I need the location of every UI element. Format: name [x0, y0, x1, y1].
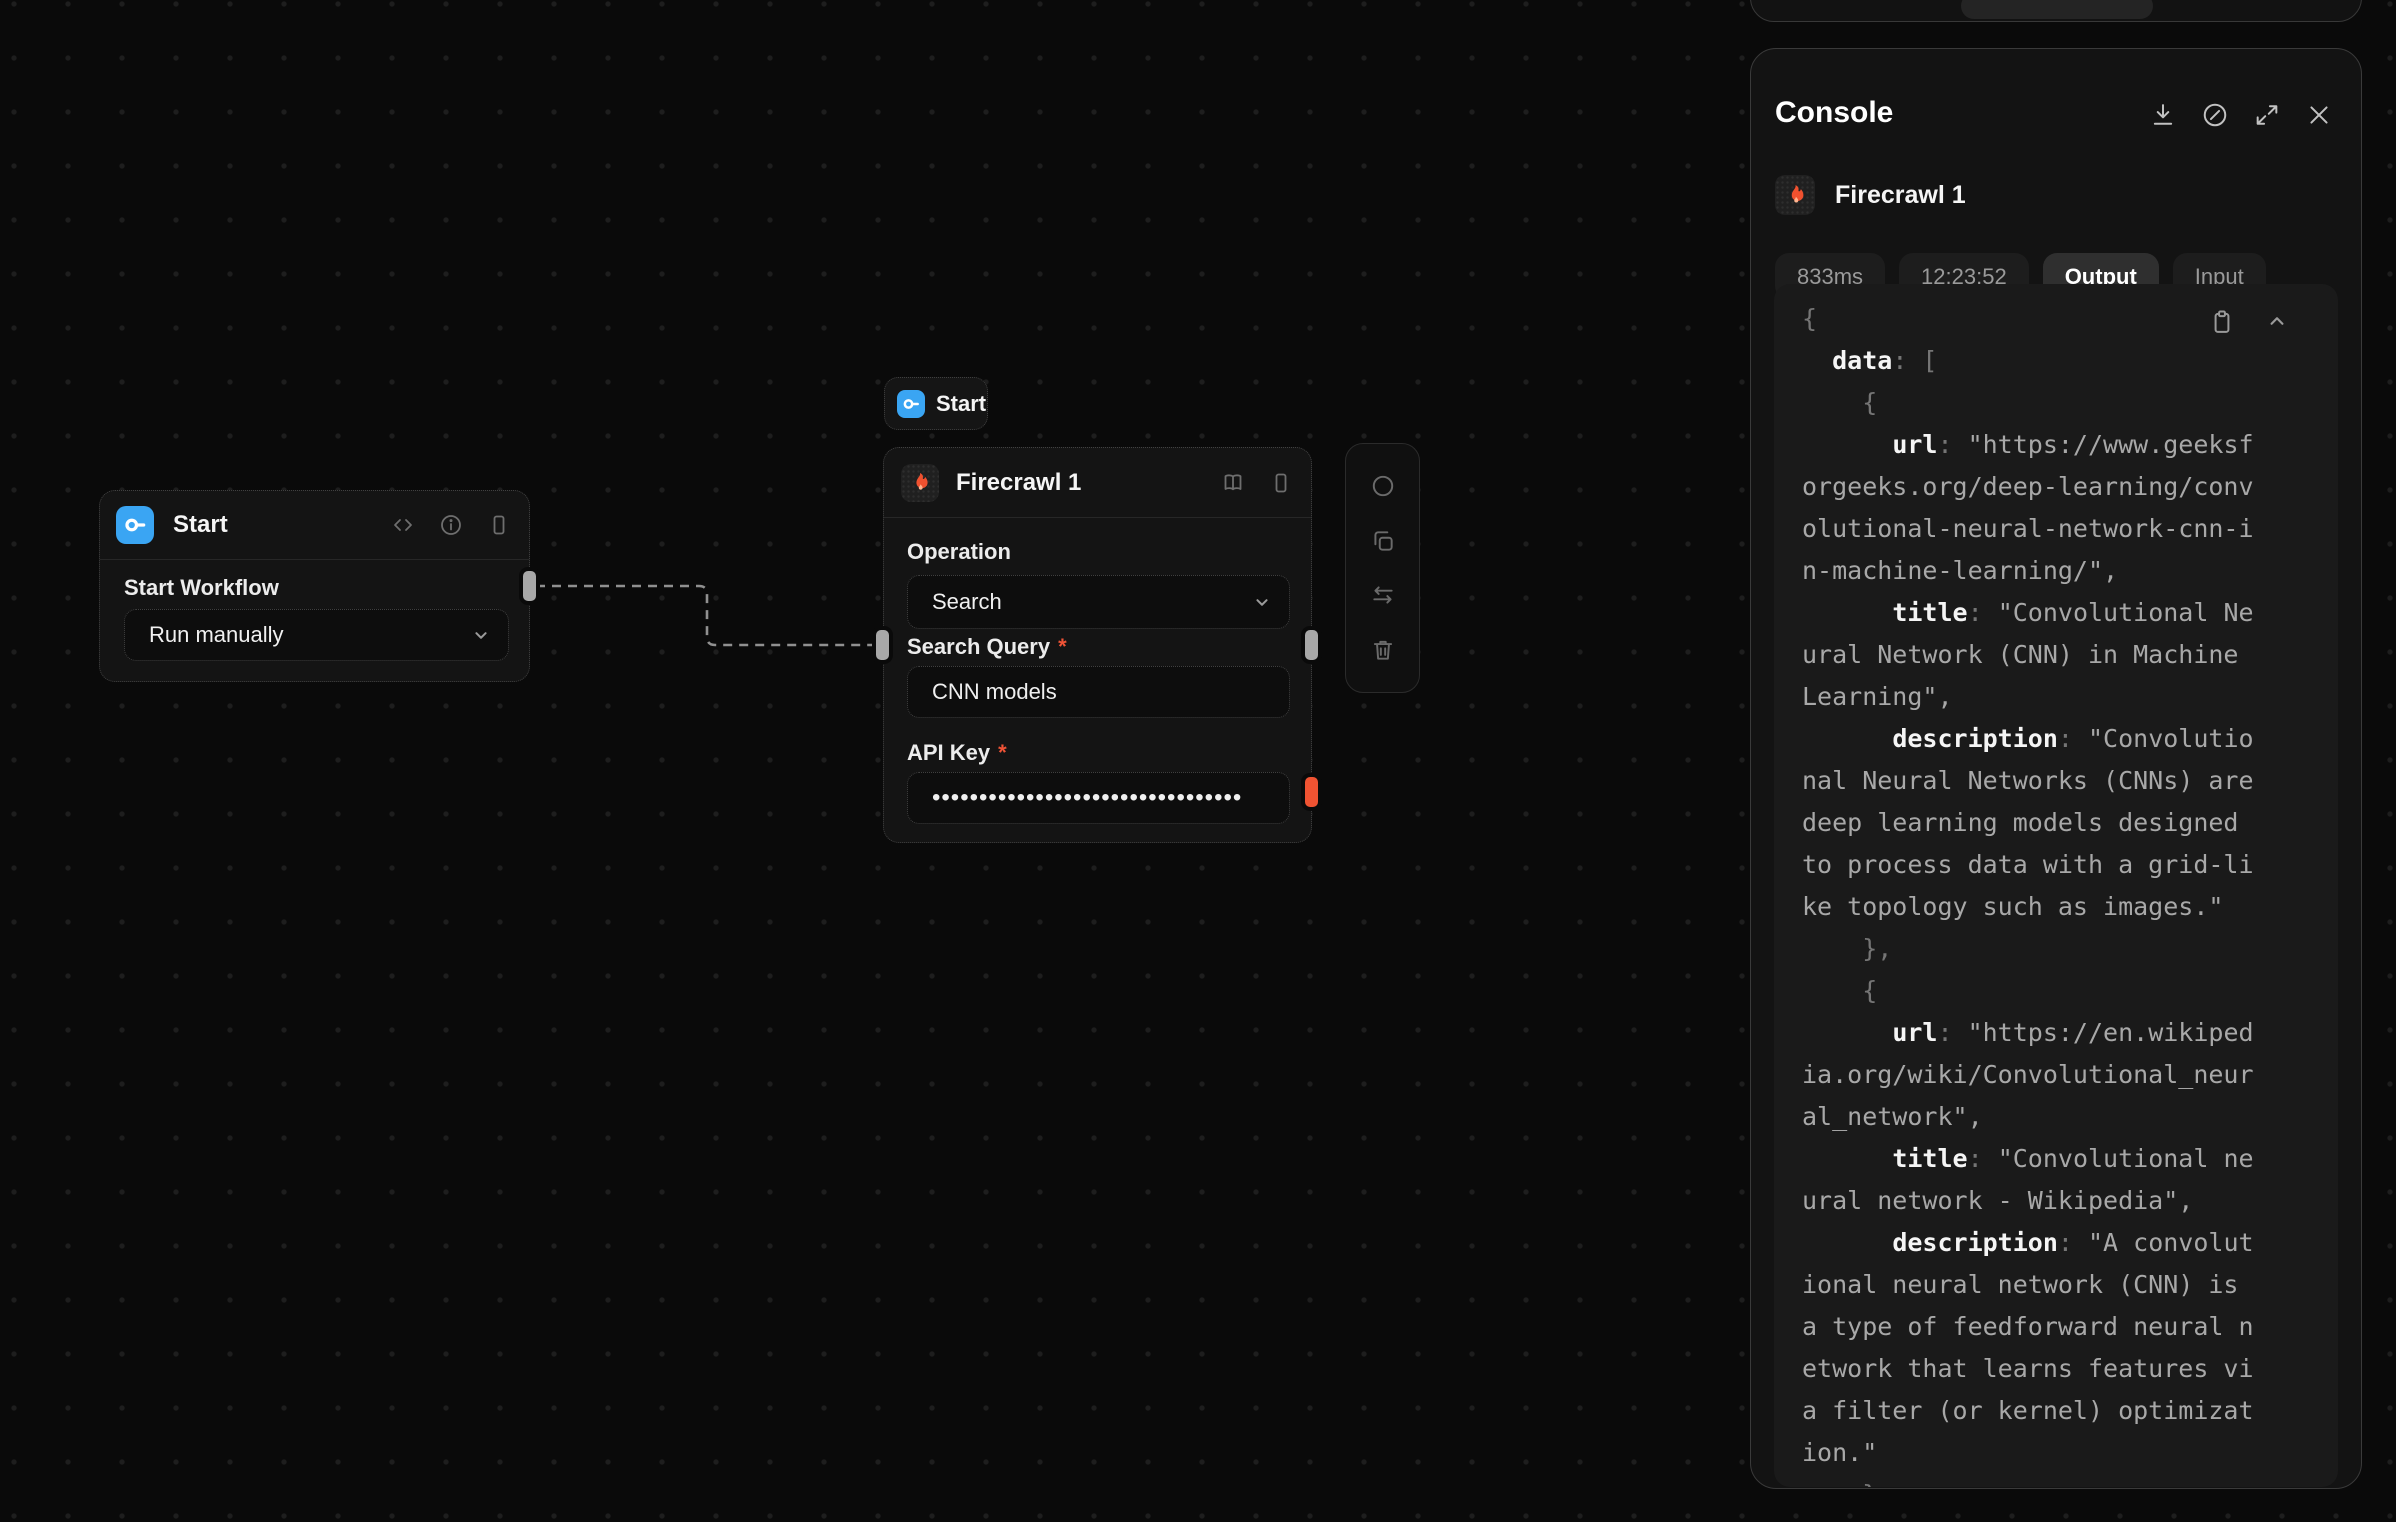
run-node-icon[interactable] — [1370, 473, 1396, 499]
collapse-chevron-up-icon[interactable] — [2264, 308, 2290, 334]
trigger-select-value: Run manually — [149, 622, 284, 648]
firecrawl-output-port[interactable] — [1305, 630, 1318, 660]
clear-ban-icon[interactable] — [2201, 101, 2229, 129]
chevron-down-icon — [470, 624, 492, 646]
operation-select[interactable]: Search — [907, 575, 1290, 629]
top-panel-partial — [1750, 0, 2362, 22]
panel-icon[interactable] — [1269, 471, 1293, 495]
workflow-canvas[interactable]: Start Start Start Workflow Run manually — [0, 0, 2396, 1522]
console-title: Console — [1775, 96, 1893, 130]
firecrawl-node-title: Firecrawl 1 — [956, 469, 1081, 497]
info-icon[interactable] — [439, 513, 463, 537]
start-node-title: Start — [173, 511, 228, 539]
operation-label: Operation — [907, 539, 1011, 564]
search-query-input[interactable]: CNN models — [907, 666, 1290, 718]
start-workflow-label: Start Workflow — [124, 575, 279, 600]
api-key-masked-value: ••••••••••••••••••••••••••••••••• — [932, 784, 1242, 812]
firecrawl-flame-icon — [901, 464, 939, 502]
console-output-code[interactable]: { data: [ { url: "https://www.geeksforge… — [1774, 284, 2338, 1487]
node-toolbar — [1345, 443, 1420, 693]
operation-select-value: Search — [932, 589, 1002, 615]
docs-book-icon[interactable] — [1221, 471, 1245, 495]
firecrawl-input-port[interactable] — [876, 630, 889, 660]
trigger-select[interactable]: Run manually — [124, 609, 509, 661]
close-icon[interactable] — [2305, 101, 2333, 129]
start-node-icon — [116, 506, 154, 544]
start-output-port[interactable] — [523, 571, 536, 601]
copy-clipboard-icon[interactable] — [2208, 308, 2236, 336]
duplicate-icon[interactable] — [1370, 528, 1396, 554]
console-node-name: Firecrawl 1 — [1835, 181, 1966, 210]
required-asterisk: * — [1058, 634, 1067, 659]
code-icon[interactable] — [391, 513, 415, 537]
json-output-text: { data: [ { url: "https://www.geeksforge… — [1802, 298, 2322, 1487]
search-query-label: Search Query — [907, 634, 1050, 659]
start-node[interactable]: Start Start Workflow Run manually — [99, 490, 530, 682]
top-panel-button[interactable] — [1961, 0, 2153, 19]
start-trigger-icon — [897, 390, 925, 418]
console-panel: Console Firecrawl 1 833ms 12:23:52 Outpu… — [1750, 48, 2362, 1489]
api-key-input[interactable]: ••••••••••••••••••••••••••••••••• — [907, 772, 1290, 824]
search-query-value: CNN models — [932, 679, 1057, 705]
start-trigger-badge[interactable]: Start — [884, 377, 988, 430]
required-asterisk: * — [998, 740, 1007, 765]
start-badge-label: Start — [936, 391, 986, 417]
panel-icon[interactable] — [487, 513, 511, 537]
firecrawl-node[interactable]: Firecrawl 1 Operation Search Search Quer… — [883, 447, 1312, 843]
download-icon[interactable] — [2149, 101, 2177, 129]
expand-icon[interactable] — [2253, 101, 2281, 129]
chevron-down-icon — [1251, 591, 1273, 613]
firecrawl-api-key-port[interactable] — [1305, 777, 1318, 807]
console-flame-icon — [1775, 175, 1815, 215]
delete-trash-icon[interactable] — [1370, 637, 1396, 663]
api-key-label: API Key — [907, 740, 990, 765]
swap-icon[interactable] — [1370, 582, 1396, 608]
